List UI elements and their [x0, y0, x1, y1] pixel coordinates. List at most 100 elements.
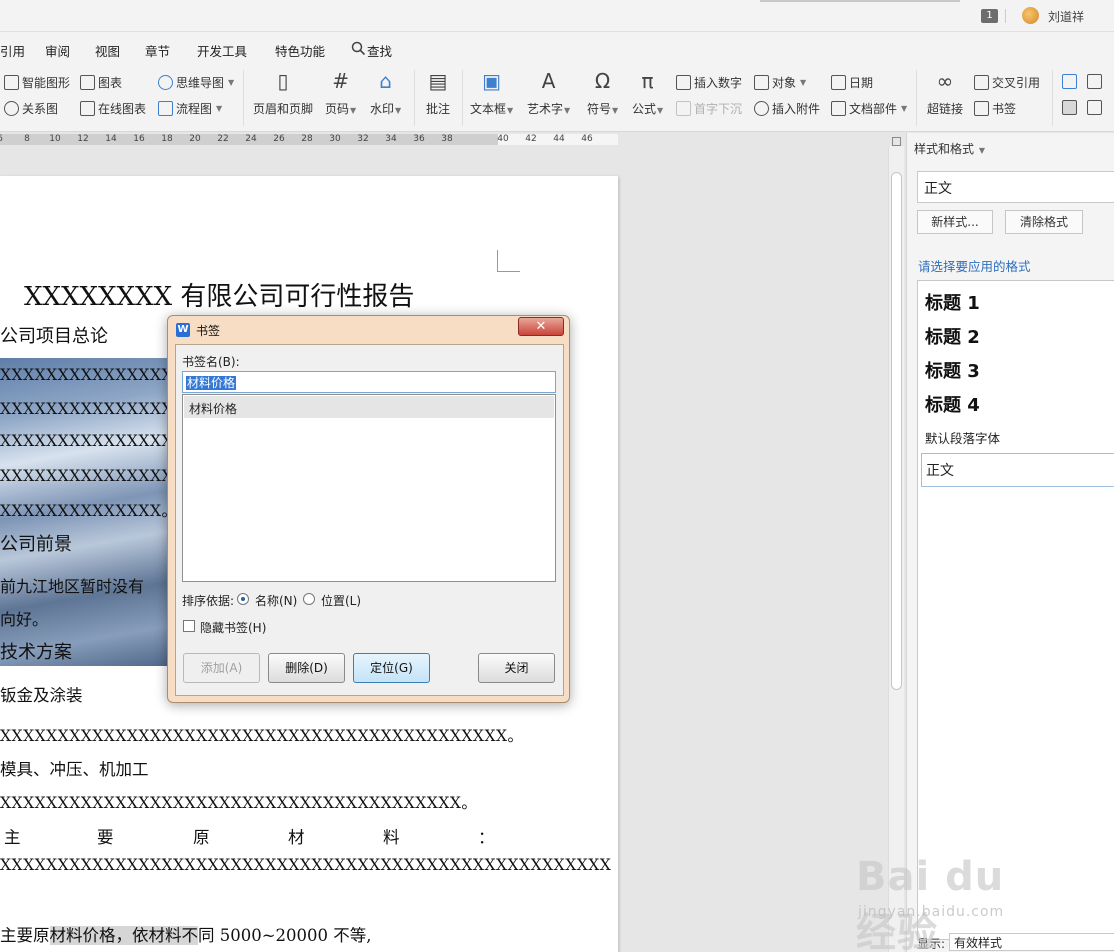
bookmark-highlight[interactable]: 材料价格，依材料不: [49, 926, 198, 945]
pane-title[interactable]: 样式和格式 ▼: [914, 140, 985, 157]
window-count-badge[interactable]: 1: [981, 9, 998, 23]
flowchart-button[interactable]: 流程图 ▼: [158, 100, 222, 117]
ribbon-separator: [243, 70, 244, 126]
sort-label: 排序依据:: [182, 594, 235, 608]
checkbox-icon[interactable]: [1087, 74, 1102, 89]
doc-paragraph[interactable]: 前九江地区暂时没有: [0, 573, 144, 597]
cross-reference-button[interactable]: 交叉引用: [974, 74, 1040, 91]
bookmark-list[interactable]: 材料价格: [182, 394, 556, 582]
list-item[interactable]: 材料价格: [184, 396, 554, 418]
new-style-button[interactable]: 新样式...: [917, 210, 993, 234]
wordart-button[interactable]: A 艺术字▼: [527, 68, 570, 117]
tab-section[interactable]: 章节: [145, 41, 170, 60]
horizontal-ruler[interactable]: 6 8 10 12 14 16 18 20 22 24 26 28 30 32 …: [0, 133, 888, 146]
user-name[interactable]: 刘道祥: [1048, 8, 1084, 25]
document-title[interactable]: XXXXXXXX 有限公司可行性报告: [24, 276, 414, 313]
formula-button[interactable]: π 公式▼: [632, 68, 663, 117]
relation-map-button[interactable]: 关系图: [4, 100, 58, 117]
ruler-tick: 24: [245, 134, 257, 144]
subheading-sheet-metal[interactable]: 钣金及涂装: [0, 682, 83, 706]
user-avatar[interactable]: [1022, 7, 1039, 24]
online-chart-button[interactable]: 在线图表: [80, 100, 146, 117]
goto-button[interactable]: 定位(G): [353, 653, 430, 683]
split-view-icon[interactable]: [892, 137, 901, 146]
style-heading-4[interactable]: 标题 4: [925, 391, 980, 417]
ruler-tick: 20: [189, 134, 201, 144]
heading-technical-plan[interactable]: 技术方案: [0, 638, 72, 664]
smart-shape-button[interactable]: 智能图形: [4, 74, 70, 91]
page-number-button[interactable]: # 页码▼: [325, 68, 356, 117]
close-icon[interactable]: ✕: [518, 317, 564, 336]
doc-paragraph-price[interactable]: 主要原材料价格，依材料不同 5000~20000 不等,: [0, 922, 372, 946]
style-heading-3[interactable]: 标题 3: [925, 357, 980, 383]
tab-references[interactable]: 引用: [0, 41, 25, 60]
ruler-tick: 14: [105, 134, 117, 144]
chevron-down-icon: ▼: [564, 106, 571, 115]
cross-reference-icon: [974, 75, 989, 90]
comment-button[interactable]: ▤ 批注: [425, 68, 451, 117]
scrollbar-thumb[interactable]: [891, 172, 902, 690]
bookmark-name-input[interactable]: 材料价格: [182, 371, 556, 393]
tab-developer[interactable]: 开发工具: [197, 41, 247, 60]
object-button[interactable]: 对象 ▼: [754, 74, 806, 91]
tab-special-features[interactable]: 特色功能: [275, 41, 325, 60]
insert-number-button[interactable]: 插入数字: [676, 74, 742, 91]
hyperlink-button[interactable]: ∞ 超链接: [927, 68, 963, 117]
drop-cap-button[interactable]: 首字下沉: [676, 100, 742, 117]
style-heading-2[interactable]: 标题 2: [925, 323, 980, 349]
mind-map-button[interactable]: 思维导图 ▼: [158, 74, 234, 91]
tab-view[interactable]: 视图: [95, 41, 120, 60]
insert-attachment-button[interactable]: 插入附件: [754, 100, 820, 117]
document-scrollbar[interactable]: [888, 137, 904, 952]
tab-review[interactable]: 审阅: [45, 41, 70, 60]
layout-icon[interactable]: [1062, 74, 1077, 89]
style-default-font[interactable]: 默认段落字体: [925, 428, 1000, 447]
style-heading-1[interactable]: 标题 1: [925, 289, 980, 315]
heading-company-prospect[interactable]: 公司前景: [0, 530, 72, 556]
doc-line[interactable]: XXXXXXXXXXXXXXXXXXXXXXXXXXXXXXXXXXXXXXXX…: [0, 856, 611, 874]
doc-line[interactable]: XXXXXXXXXXXXXXXXXXXXXXXXXXXXXXXXXXXXXXXX…: [0, 791, 477, 813]
relation-map-icon: [4, 101, 19, 116]
subheading-char[interactable]: 料: [383, 824, 400, 848]
sort-by-name-label[interactable]: 名称(N): [255, 592, 297, 609]
heading-project-overview[interactable]: 公司项目总论: [0, 322, 108, 348]
clear-format-button[interactable]: 清除格式: [1005, 210, 1083, 234]
delete-button[interactable]: 删除(D): [268, 653, 345, 683]
doc-paragraph[interactable]: 向好。: [0, 606, 48, 630]
subheading-char[interactable]: 要: [97, 824, 114, 848]
chevron-down-icon: ▼: [657, 106, 664, 115]
style-body-text[interactable]: 正文: [921, 453, 1114, 487]
close-button[interactable]: 关闭: [478, 653, 555, 683]
doc-line[interactable]: XXXXXXXXXXXXXX。: [0, 499, 178, 521]
subheading-char[interactable]: ：: [478, 824, 495, 848]
current-style-field[interactable]: 正文: [917, 171, 1114, 203]
frame-icon[interactable]: [1062, 100, 1077, 115]
hidden-bookmark-checkbox[interactable]: [183, 620, 195, 632]
subheading-mold[interactable]: 模具、冲压、机加工: [0, 756, 149, 780]
header-footer-button[interactable]: ▯ 页眉和页脚: [253, 68, 313, 117]
sort-by-position-label[interactable]: 位置(L): [321, 592, 361, 609]
sort-by-name-radio[interactable]: [237, 593, 249, 605]
menu-bar: 引用 审阅 视图 章节 开发工具 特色功能 查找: [0, 32, 1114, 64]
date-button[interactable]: 日期: [831, 74, 873, 91]
smart-shape-icon: [4, 75, 19, 90]
sort-by-position-radio[interactable]: [303, 593, 315, 605]
subheading-char[interactable]: 材: [288, 824, 305, 848]
tab-find[interactable]: 查找: [367, 41, 392, 60]
doc-parts-button[interactable]: 文档部件 ▼: [831, 100, 907, 117]
chevron-down-icon: ▼: [901, 104, 908, 113]
search-icon[interactable]: [351, 41, 366, 56]
chart-button[interactable]: 图表: [80, 74, 122, 91]
doc-line[interactable]: XXXXXXXXXXXXXXXXXXXXXXXXXXXXXXXXXXXXXXXX…: [0, 724, 524, 746]
symbol-button[interactable]: Ω 符号▼: [587, 68, 618, 117]
window-icon[interactable]: [1087, 100, 1102, 115]
subheading-char[interactable]: 原: [193, 824, 210, 848]
watermark-button[interactable]: ⌂ 水印▼: [370, 68, 401, 117]
hidden-bookmark-label[interactable]: 隐藏书签(H): [200, 619, 266, 636]
add-button[interactable]: 添加(A): [183, 653, 260, 683]
bookmark-button[interactable]: 书签: [974, 100, 1016, 117]
chevron-down-icon: ▼: [350, 106, 357, 115]
textbox-button[interactable]: ▣ 文本框▼: [470, 68, 513, 117]
symbol-icon: Ω: [594, 69, 611, 93]
subheading-char[interactable]: 主: [4, 824, 21, 848]
